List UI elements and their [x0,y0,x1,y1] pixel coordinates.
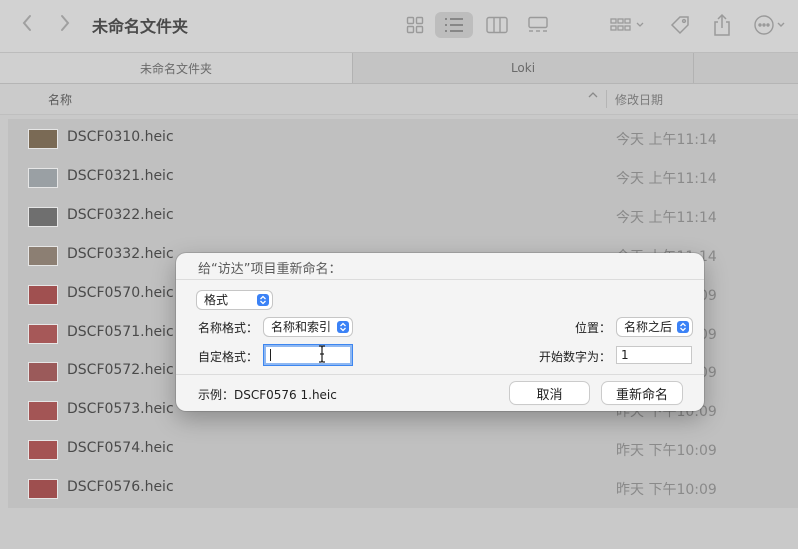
file-thumbnail [28,323,58,344]
more-icon [754,15,785,35]
gallery-icon [528,16,548,32]
icon-view-button[interactable] [396,12,434,38]
file-date: 今天 上午11:14 [616,209,717,226]
list-view-button[interactable] [435,12,473,38]
updown-chevron-icon [677,321,689,333]
file-name: DSCF0576.heic [67,479,174,496]
tab-untitled-folder[interactable]: 未命名文件夹 [0,53,352,83]
tab-loki[interactable]: Loki [352,53,694,83]
group-icon [610,18,644,31]
share-icon [714,13,730,36]
file-name: DSCF0332.heic [67,245,174,262]
text-caret [270,349,271,361]
custom-format-label: 自定格式： [198,350,259,364]
file-row[interactable]: DSCF0321.heic 今天 上午11:14 [8,158,798,196]
format-select[interactable]: 格式 [197,291,272,309]
position-label: 位置： [575,321,612,335]
ibeam-cursor-icon [319,345,325,363]
file-thumbnail [28,401,58,422]
file-date: 今天 上午11:14 [616,132,717,148]
custom-format-input[interactable] [264,345,352,365]
tag-icon [670,16,689,35]
file-thumbnail [28,362,58,383]
rename-button-label: 重新命名 [615,387,668,403]
divider [176,279,704,280]
format-select-value: 格式 [204,293,229,307]
cancel-button[interactable]: 取消 [510,382,589,404]
chevron-left-icon [22,15,31,31]
divider [176,374,704,375]
file-name: DSCF0321.heic [67,167,174,184]
file-row[interactable]: DSCF0310.heic 今天 上午11:14 [8,119,798,157]
start-number-input[interactable]: 1 [616,346,692,364]
file-name: DSCF0310.heic [67,129,174,145]
name-format-label: 名称格式： [198,321,259,335]
window-title: 未命名文件夹 [92,17,189,36]
file-row[interactable]: DSCF0574.heic 昨天 下午10:09 [8,430,798,468]
grid-icon [406,16,424,34]
cancel-button-label: 取消 [536,387,563,403]
start-number-value: 1 [621,348,629,362]
more-button[interactable] [752,12,792,38]
file-thumbnail [28,245,58,266]
tag-button[interactable] [668,12,692,38]
start-number-label: 开始数字为： [539,350,612,364]
file-name: DSCF0574.heic [67,440,174,457]
file-name: DSCF0573.heic [67,401,174,418]
rename-dialog: 给“访达”项目重新命名： 格式 名称格式： 名称和索引 位置： 名称之后 自定格… [176,253,704,411]
chevron-right-icon [61,15,70,31]
tab-label: Loki [510,61,536,75]
tab-bar: 未命名文件夹 Loki [0,53,798,84]
file-date: 昨天 下午10:09 [616,443,717,460]
file-thumbnail [28,284,58,305]
gallery-view-button[interactable] [519,12,557,38]
file-name: DSCF0572.heic [67,362,174,379]
dialog-title: 给“访达”项目重新命名： [198,262,342,277]
column-view-button[interactable] [478,12,516,38]
name-format-select[interactable]: 名称和索引 [264,318,352,336]
window-footer [0,508,798,549]
name-format-value: 名称和索引 [271,320,332,334]
position-select[interactable]: 名称之后 [617,318,692,336]
sort-ascending-icon [588,90,598,103]
column-date-header[interactable]: 修改日期 [615,91,663,108]
file-thumbnail [28,167,58,188]
column-header: 名称 修改日期 [0,84,798,115]
back-button[interactable] [16,14,38,36]
updown-chevron-icon [337,321,349,333]
file-name: DSCF0322.heic [67,206,174,223]
rename-button[interactable]: 重新命名 [602,382,682,404]
rename-example: 示例：DSCF0576 1.heic [198,388,337,402]
file-thumbnail [28,440,58,461]
file-date: 昨天 下午10:09 [616,482,717,499]
file-date: 今天 上午11:14 [616,170,717,187]
share-button[interactable] [710,12,734,38]
position-value: 名称之后 [624,320,673,334]
columns-icon [486,16,508,34]
list-icon [445,18,463,32]
finder-toolbar: 未命名文件夹 [0,0,798,53]
file-row[interactable]: DSCF0576.heic 昨天 下午10:09 [8,469,798,507]
file-thumbnail [28,479,58,500]
forward-button[interactable] [54,14,76,36]
file-thumbnail [28,206,58,227]
group-button[interactable] [608,12,648,38]
updown-chevron-icon [257,294,269,306]
file-row[interactable]: DSCF0322.heic 今天 上午11:14 [8,197,798,235]
column-name-header[interactable]: 名称 [48,91,72,108]
column-separator[interactable] [606,90,607,108]
file-name: DSCF0570.heic [67,284,174,301]
file-thumbnail [28,129,58,149]
file-name: DSCF0571.heic [67,323,174,340]
tab-label: 未命名文件夹 [139,61,212,76]
